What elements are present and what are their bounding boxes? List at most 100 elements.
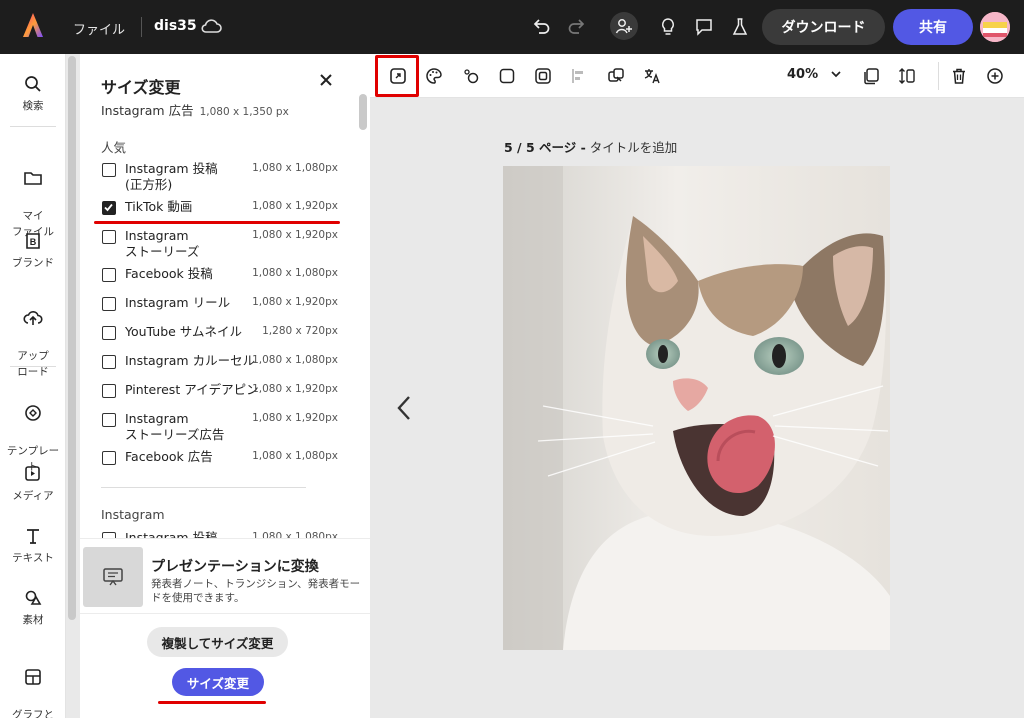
size-option-label: TikTok 動画 — [125, 199, 193, 214]
promo-description: 発表者ノート、トランジション、発表者モードを使用できます。 — [151, 578, 361, 604]
cat-image — [503, 166, 890, 650]
duplicate-resize-button[interactable]: 複製してサイズ変更 — [147, 627, 288, 657]
canvas-toolbar: 40% — [370, 54, 1024, 98]
checkbox[interactable] — [102, 384, 116, 398]
chevron-down-icon[interactable] — [830, 68, 842, 80]
rail-item-text[interactable]: テキスト — [0, 526, 66, 566]
size-option-label: Facebook 広告 — [125, 449, 213, 464]
rail-item-charts-grids[interactable]: グラフと グリッド — [0, 651, 66, 718]
size-option-dimensions: 1,080 x 1,920px — [252, 412, 338, 424]
checkbox[interactable] — [102, 326, 116, 340]
brand-icon: B — [26, 233, 40, 249]
presentation-icon — [103, 568, 123, 586]
annotation-underline — [158, 701, 266, 704]
checkbox[interactable] — [102, 451, 116, 465]
templates-icon — [25, 405, 41, 421]
annotation-box — [375, 55, 419, 97]
size-option-label: Instagram ストーリーズ広告 — [125, 411, 225, 442]
document-title[interactable]: dis35 — [154, 18, 197, 34]
panel-scrollbar[interactable] — [359, 94, 367, 130]
presentation-promo[interactable]: プレゼンテーションに変換 発表者ノート、トランジション、発表者モードを使用できま… — [80, 538, 370, 614]
size-option-dimensions: 1,280 x 720px — [262, 325, 338, 337]
rail-item-brand[interactable]: B ブランド — [0, 231, 66, 271]
current-format: Instagram 広告 1,080 x 1,350 px — [101, 100, 289, 119]
checkbox[interactable] — [102, 268, 116, 282]
divider — [141, 17, 142, 37]
promo-title: プレゼンテーションに変換 — [151, 559, 319, 575]
size-option-dimensions: 1,080 x 1,080px — [252, 450, 338, 462]
background-color-icon[interactable] — [496, 65, 518, 87]
divider — [10, 126, 56, 127]
top-bar: ファイル dis35 ダウンロード 共有 — [0, 0, 1024, 54]
checkbox[interactable] — [102, 297, 116, 311]
frame-icon[interactable] — [532, 65, 554, 87]
page-number: 5 / 5 ページ - — [504, 140, 586, 155]
rail-scrollbar[interactable] — [68, 56, 76, 620]
current-format-size: 1,080 x 1,350 px — [199, 106, 289, 118]
zoom-level[interactable]: 40% — [787, 67, 818, 82]
translate-icon[interactable] — [641, 65, 663, 87]
flask-icon[interactable] — [728, 15, 752, 39]
redo-icon[interactable] — [565, 15, 589, 39]
resize-button[interactable]: サイズ変更 — [172, 668, 264, 696]
left-rail: 検索 マイ ファイル B ブランド アップ ロード テンプレー ト メディア テ… — [0, 54, 66, 718]
resize-panel: サイズ変更 Instagram 広告 1,080 x 1,350 px 人気 In… — [80, 54, 370, 718]
add-title-link[interactable]: タイトルを追加 — [590, 140, 678, 155]
avatar[interactable] — [980, 12, 1010, 42]
size-option-dimensions: 1,080 x 1,920px — [252, 383, 338, 395]
rail-item-elements[interactable]: 素材 — [0, 588, 66, 628]
animation-icon[interactable] — [460, 65, 482, 87]
adobe-express-logo[interactable] — [22, 12, 44, 38]
close-icon[interactable] — [318, 72, 334, 88]
invite-icon[interactable] — [610, 12, 638, 40]
rail-item-label: メディア — [12, 490, 54, 502]
checkbox[interactable] — [102, 413, 116, 427]
checkbox[interactable] — [102, 163, 116, 177]
trash-icon[interactable] — [948, 65, 970, 87]
add-page-icon[interactable] — [984, 65, 1006, 87]
rail-item-media[interactable]: メディア — [0, 464, 66, 504]
search-icon — [25, 76, 41, 92]
section-label-popular: 人気 — [101, 140, 127, 155]
size-option-label: Instagram リール — [125, 295, 231, 310]
rail-item-label: 素材 — [22, 614, 44, 626]
rail-item-search[interactable]: 検索 — [0, 74, 66, 114]
page-indicator: 5 / 5 ページ - タイトルを追加 — [504, 137, 677, 156]
palette-icon[interactable] — [423, 65, 445, 87]
file-menu[interactable]: ファイル — [73, 19, 125, 38]
align-icon[interactable] — [568, 65, 590, 87]
annotation-underline — [94, 221, 340, 224]
rail-item-label: ブランド — [12, 257, 54, 269]
lightbulb-icon[interactable] — [656, 15, 680, 39]
rail-item-my-files[interactable]: マイ ファイル — [0, 152, 66, 240]
checkbox[interactable] — [102, 230, 116, 244]
canvas-area[interactable]: 5 / 5 ページ - タイトルを追加 — [370, 98, 1024, 718]
download-button[interactable]: ダウンロード — [762, 9, 885, 45]
section-label-instagram: Instagram — [101, 507, 165, 522]
size-option-dimensions: 1,080 x 1,080px — [252, 267, 338, 279]
folder-icon — [24, 172, 42, 185]
layers-icon[interactable] — [605, 65, 627, 87]
rail-item-label: アップ ロード — [17, 350, 49, 378]
chevron-left-icon[interactable] — [396, 395, 412, 421]
size-option-dimensions: 1,080 x 1,080px — [252, 162, 338, 174]
grid-icon — [25, 669, 41, 685]
cat-photo[interactable] — [503, 166, 890, 650]
comment-icon[interactable] — [692, 15, 716, 39]
rail-item-templates[interactable]: テンプレー ト — [0, 387, 66, 475]
size-option-label: Instagram ストーリーズ — [125, 228, 200, 259]
svg-text:B: B — [30, 237, 37, 247]
reorder-pages-icon[interactable] — [896, 65, 918, 87]
share-button[interactable]: 共有 — [893, 9, 973, 45]
divider — [10, 366, 56, 367]
checkbox-checked[interactable] — [102, 201, 116, 215]
rail-item-label: 検索 — [22, 100, 44, 112]
cloud-icon[interactable] — [200, 17, 222, 35]
rail-item-label: テキスト — [12, 552, 54, 564]
size-option-dimensions: 1,080 x 1,080px — [252, 354, 338, 366]
pages-icon[interactable] — [860, 65, 882, 87]
undo-icon[interactable] — [529, 15, 553, 39]
checkbox[interactable] — [102, 355, 116, 369]
size-option-label: YouTube サムネイル — [125, 324, 243, 339]
size-option-dimensions: 1,080 x 1,920px — [252, 229, 338, 241]
